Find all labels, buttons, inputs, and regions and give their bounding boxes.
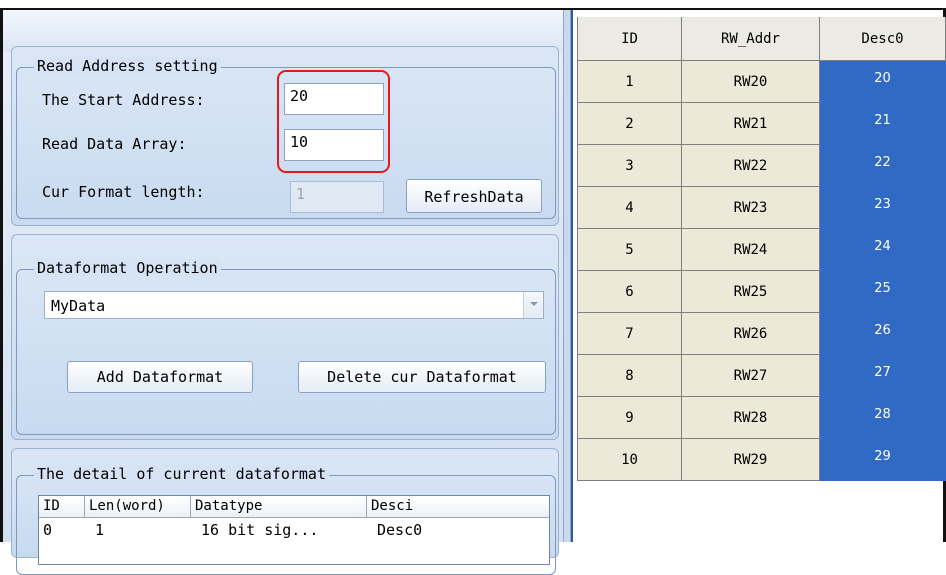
grid-header-rw-addr[interactable]: RW_Addr [682,17,820,61]
grid-cell-id[interactable]: 1 [577,61,682,103]
grid-header-id[interactable]: ID [577,17,682,61]
panel-splitter[interactable] [563,10,571,542]
highlight-box [277,70,390,173]
column-header-datatype[interactable]: Datatype [191,496,367,518]
grid-cell-desc0[interactable]: 28 [820,397,946,439]
grid-cell-desc0[interactable]: 24 [820,229,946,271]
grid-cell-id[interactable]: 8 [577,355,682,397]
read-address-legend: Read Address setting [34,57,221,75]
grid-cell-desc0[interactable]: 23 [820,187,946,229]
dataformat-detail-list[interactable]: ID Len(word) Datatype Desci 0 1 16 bit s… [38,495,550,565]
grid-cell-id[interactable]: 6 [577,271,682,313]
column-header-id[interactable]: ID [39,496,85,518]
start-address-label: The Start Address: [42,91,205,109]
read-data-array-label: Read Data Array: [42,135,187,153]
grid-cell-rw-addr[interactable]: RW20 [682,61,820,103]
grid-cell-id[interactable]: 7 [577,313,682,355]
refresh-data-button[interactable]: RefreshData [406,179,542,213]
grid-cell-rw-addr[interactable]: RW21 [682,103,820,145]
read-address-panel: Read Address setting The Start Address: … [11,46,559,226]
dataformat-select-value: MyData [51,297,106,315]
grid-cell-id[interactable]: 4 [577,187,682,229]
grid-cell-desc0[interactable]: 26 [820,313,946,355]
delete-dataformat-button[interactable]: Delete cur Dataformat [298,361,546,393]
grid-cell-id[interactable]: 3 [577,145,682,187]
grid-cell-id[interactable]: 10 [577,439,682,481]
grid-cell-rw-addr[interactable]: RW26 [682,313,820,355]
grid-cell-id[interactable]: 5 [577,229,682,271]
grid-cell-desc0[interactable]: 21 [820,103,946,145]
grid-cell-rw-addr[interactable]: RW24 [682,229,820,271]
chevron-down-icon [530,302,538,306]
column-header-len[interactable]: Len(word) [85,496,191,518]
list-item-len[interactable]: 1 [91,518,104,539]
cur-format-length-field: 1 [290,181,384,213]
grid-cell-rw-addr[interactable]: RW27 [682,355,820,397]
grid-cell-rw-addr[interactable]: RW22 [682,145,820,187]
left-panel: Read Address setting The Start Address: … [3,10,563,575]
dataformat-operation-panel: Dataformat Operation MyData Add Dataform… [11,234,559,440]
dropdown-arrow-button[interactable] [523,292,543,318]
column-header-desc[interactable]: Desci [367,496,549,518]
grid-cell-desc0[interactable]: 25 [820,271,946,313]
dataformat-detail-legend: The detail of current dataformat [34,465,329,483]
dataformat-select[interactable]: MyData [44,291,544,319]
grid-cell-rw-addr[interactable]: RW25 [682,271,820,313]
grid-cell-desc0[interactable]: 20 [820,61,946,103]
grid-cell-rw-addr[interactable]: RW29 [682,439,820,481]
data-grid[interactable]: ID RW_Addr Desc0 1 RW20 20 2 RW21 21 3 RW22 22 4 RW23… [577,17,946,481]
grid-header-desc0[interactable]: Desc0 [820,17,946,61]
grid-border [571,10,573,542]
grid-cell-rw-addr[interactable]: RW28 [682,397,820,439]
grid-cell-id[interactable]: 2 [577,103,682,145]
list-item-id[interactable]: 0 [39,518,52,539]
list-item-datatype[interactable]: 16 bit sig... [197,518,318,539]
grid-cell-rw-addr[interactable]: RW23 [682,187,820,229]
add-dataformat-button[interactable]: Add Dataformat [67,361,253,393]
cur-format-length-label: Cur Format length: [42,183,205,201]
grid-cell-desc0[interactable]: 22 [820,145,946,187]
list-item-desc[interactable]: Desc0 [373,518,422,539]
dataformat-operation-legend: Dataformat Operation [34,259,221,277]
grid-cell-id[interactable]: 9 [577,397,682,439]
grid-cell-desc0[interactable]: 27 [820,355,946,397]
grid-cell-desc0[interactable]: 29 [820,439,946,481]
